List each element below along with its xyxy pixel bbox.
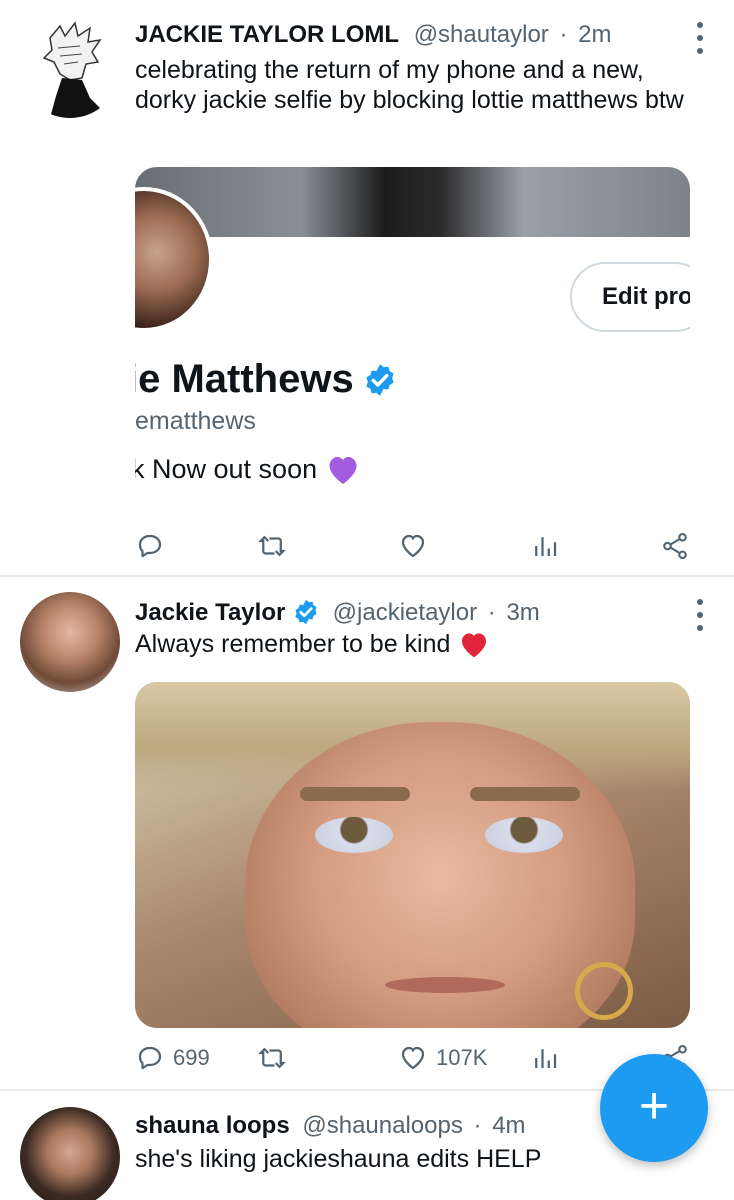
red-heart-icon bbox=[462, 633, 487, 658]
separator: · bbox=[473, 1112, 482, 1139]
share-icon bbox=[663, 532, 687, 560]
tweet-actions bbox=[135, 528, 695, 564]
separator: · bbox=[487, 599, 496, 626]
tweet-text: celebrating the return of my phone and a… bbox=[135, 56, 684, 114]
retweet-icon bbox=[258, 1047, 286, 1069]
timestamp[interactable]: 2m bbox=[578, 21, 611, 48]
reply-icon bbox=[138, 534, 162, 558]
profile-bio: k Now out soon bbox=[135, 453, 318, 484]
more-vertical-icon[interactable] bbox=[690, 599, 710, 631]
tweet-text-row: Always remember to be kind bbox=[135, 629, 695, 659]
compose-button[interactable]: + bbox=[600, 1054, 708, 1162]
photo-brow-right bbox=[470, 787, 580, 801]
tweet-media-screenshot[interactable]: Edit pro ie Matthews ematthews k Now out… bbox=[135, 167, 690, 507]
avatar[interactable] bbox=[20, 1107, 120, 1200]
profile-name-row: ie Matthews bbox=[135, 357, 398, 402]
photo-brow-left bbox=[300, 787, 410, 801]
avatar[interactable] bbox=[20, 592, 120, 692]
heart-icon bbox=[401, 534, 425, 558]
tweet-actions: 699 107K bbox=[135, 1040, 695, 1076]
analytics-icon bbox=[535, 537, 557, 556]
retweet-button[interactable] bbox=[257, 1040, 287, 1076]
photo-earring bbox=[575, 962, 633, 1020]
timestamp[interactable]: 4m bbox=[492, 1112, 525, 1139]
photo-eye-left bbox=[315, 817, 393, 853]
edit-profile-button: Edit pro bbox=[570, 262, 690, 332]
reply-icon bbox=[138, 1046, 162, 1070]
profile-handle: ematthews bbox=[135, 407, 256, 435]
tweet-header: JACKIE TAYLOR LOML @shautaylor · 2m bbox=[135, 20, 611, 50]
tweet-header: shauna loops @shaunaloops · 4m bbox=[135, 1111, 526, 1141]
share-button[interactable] bbox=[660, 528, 690, 564]
display-name[interactable]: Jackie Taylor bbox=[135, 599, 285, 626]
tweet-header: Jackie Taylor @jackietaylor · 3m bbox=[135, 598, 540, 628]
analytics-button[interactable] bbox=[530, 1040, 560, 1076]
reply-button[interactable] bbox=[135, 528, 165, 564]
purple-heart-icon bbox=[329, 457, 357, 484]
analytics-icon bbox=[535, 1049, 557, 1068]
heart-icon bbox=[401, 1046, 425, 1070]
verified-badge-icon bbox=[295, 599, 317, 624]
display-name[interactable]: JACKIE TAYLOR LOML bbox=[135, 21, 399, 48]
sketch-avatar-icon bbox=[42, 21, 110, 118]
photo-mouth bbox=[385, 977, 505, 993]
retweet-button[interactable] bbox=[257, 528, 287, 564]
plus-icon: + bbox=[638, 1077, 670, 1135]
like-button[interactable]: 107K bbox=[398, 1040, 487, 1076]
profile-banner bbox=[135, 167, 690, 237]
verified-badge-icon bbox=[366, 363, 394, 396]
display-name[interactable]: shauna loops bbox=[135, 1112, 290, 1139]
profile-bio-row: k Now out soon bbox=[135, 452, 361, 486]
retweet-icon bbox=[258, 535, 286, 557]
profile-name: ie Matthews bbox=[135, 357, 354, 401]
reply-button[interactable]: 699 bbox=[135, 1040, 210, 1076]
tweet-1[interactable]: JACKIE TAYLOR LOML @shautaylor · 2m cele… bbox=[0, 0, 734, 575]
timestamp[interactable]: 3m bbox=[506, 599, 539, 626]
tweet-text: Always remember to be kind bbox=[135, 630, 451, 658]
handle[interactable]: @shautaylor bbox=[414, 21, 549, 48]
like-count: 107K bbox=[436, 1045, 488, 1070]
analytics-button[interactable] bbox=[530, 528, 560, 564]
handle[interactable]: @shaunaloops bbox=[302, 1112, 462, 1139]
like-button[interactable] bbox=[398, 528, 428, 564]
separator: · bbox=[559, 21, 568, 48]
tweet-photo[interactable] bbox=[135, 682, 690, 1028]
photo-eye-right bbox=[485, 817, 563, 853]
handle[interactable]: @jackietaylor bbox=[333, 599, 477, 626]
tweet-text: she's liking jackieshauna edits HELP bbox=[135, 1145, 542, 1173]
avatar[interactable] bbox=[20, 18, 120, 118]
more-vertical-icon[interactable] bbox=[690, 22, 710, 54]
reply-count: 699 bbox=[173, 1045, 210, 1070]
